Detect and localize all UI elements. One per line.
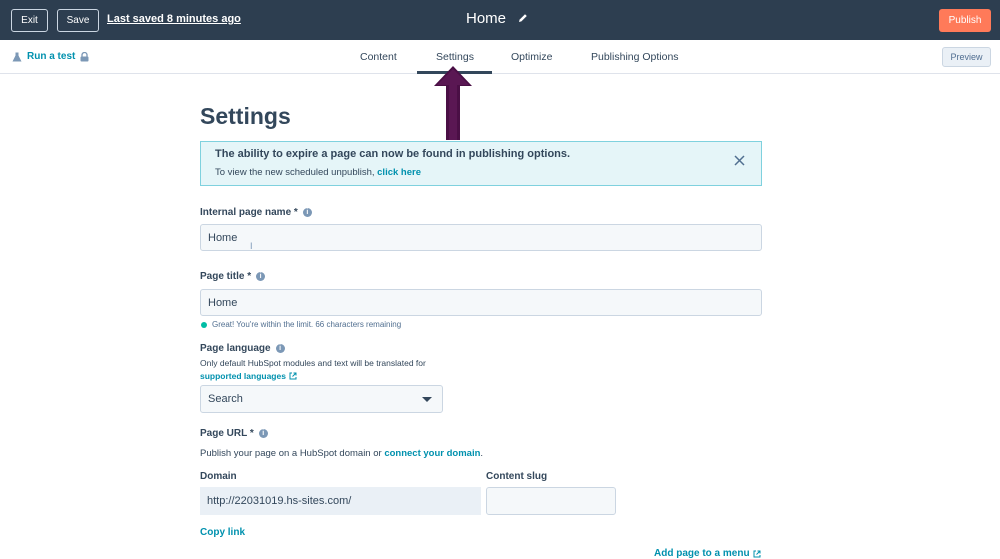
page-title-hint: Great! You're within the limit. 66 chara… <box>201 320 401 329</box>
page-title-hint-text: Great! You're within the limit. 66 chara… <box>212 320 402 329</box>
last-saved-link[interactable]: Last saved 8 minutes ago <box>107 13 241 25</box>
lock-icon <box>80 51 89 61</box>
internal-page-name-input[interactable]: Home <box>200 224 762 251</box>
info-banner: The ability to expire a page can now be … <box>200 141 762 186</box>
banner-title: The ability to expire a page can now be … <box>215 148 571 160</box>
supported-languages-row: supported languages <box>200 371 297 381</box>
page-language-label: Page language i <box>200 343 285 354</box>
page-title-input[interactable]: Home <box>200 289 762 316</box>
domain-label: Domain <box>200 471 237 482</box>
save-button[interactable]: Save <box>57 9 99 32</box>
info-icon[interactable]: i <box>256 272 266 281</box>
page-url-help-text: Publish your page on a HubSpot domain or <box>200 448 385 459</box>
page-language-select[interactable]: Search <box>200 385 443 413</box>
success-dot-icon <box>201 321 207 328</box>
page-name-title: Home <box>466 10 507 27</box>
page-url-help-end: . <box>480 448 484 459</box>
close-icon[interactable] <box>734 155 745 166</box>
page-language-help: Only default HubSpot modules and text wi… <box>200 358 426 368</box>
banner-body-text: To view the new scheduled unpublish, <box>215 167 378 178</box>
content-slug-label: Content slug <box>486 471 548 482</box>
tab-content[interactable]: Content <box>360 51 397 63</box>
banner-body: To view the new scheduled unpublish, cli… <box>215 167 421 178</box>
page-title-label-text: Page title * <box>200 271 252 282</box>
flask-icon <box>12 52 22 61</box>
annotation-arrow <box>434 66 472 140</box>
supported-languages-link[interactable]: supported languages <box>200 371 286 381</box>
info-icon[interactable]: i <box>302 208 312 217</box>
banner-click-here-link[interactable]: click here <box>377 167 421 178</box>
page-title: Settings <box>200 103 291 129</box>
editor-tab-bar: Run a test Content Settings Optimize Pub… <box>0 40 1000 74</box>
content-slug-input[interactable] <box>486 487 616 515</box>
tab-settings[interactable]: Settings <box>436 51 474 63</box>
copy-link-button[interactable]: Copy link <box>200 527 245 538</box>
caret-down-icon <box>422 397 432 402</box>
page-url-help: Publish your page on a HubSpot domain or… <box>200 448 483 459</box>
connect-domain-link[interactable]: connect your domain <box>384 448 480 459</box>
page-url-label: Page URL * i <box>200 428 268 439</box>
domain-select[interactable]: http://22031019.hs-sites.com/ <box>200 487 481 515</box>
pencil-icon[interactable] <box>518 13 528 23</box>
run-a-test-label: Run a test <box>27 51 76 62</box>
internal-page-name-label: Internal page name * i <box>200 207 312 218</box>
tab-optimize[interactable]: Optimize <box>511 51 552 63</box>
page-language-label-text: Page language <box>200 343 271 354</box>
page-language-select-value: Search <box>208 393 243 405</box>
info-icon[interactable]: i <box>275 344 285 353</box>
external-link-icon <box>289 372 297 380</box>
tab-publishing-options[interactable]: Publishing Options <box>591 51 679 63</box>
text-cursor-icon: I <box>250 241 253 251</box>
page-url-label-text: Page URL * <box>200 428 254 439</box>
add-page-to-menu-link[interactable]: Add page to a menu <box>654 548 761 559</box>
internal-page-name-label-text: Internal page name * <box>200 207 298 218</box>
external-link-icon <box>753 550 761 557</box>
add-page-to-menu-label: Add page to a menu <box>654 548 750 559</box>
run-a-test-link[interactable]: Run a test <box>12 51 89 62</box>
preview-button[interactable]: Preview <box>942 47 991 67</box>
exit-button[interactable]: Exit <box>11 9 48 32</box>
page-title-label: Page title * i <box>200 271 266 282</box>
info-icon[interactable]: i <box>258 429 268 438</box>
editor-top-bar: Exit Save Last saved 8 minutes ago Home … <box>0 0 1000 40</box>
publish-button[interactable]: Publish <box>939 9 991 32</box>
